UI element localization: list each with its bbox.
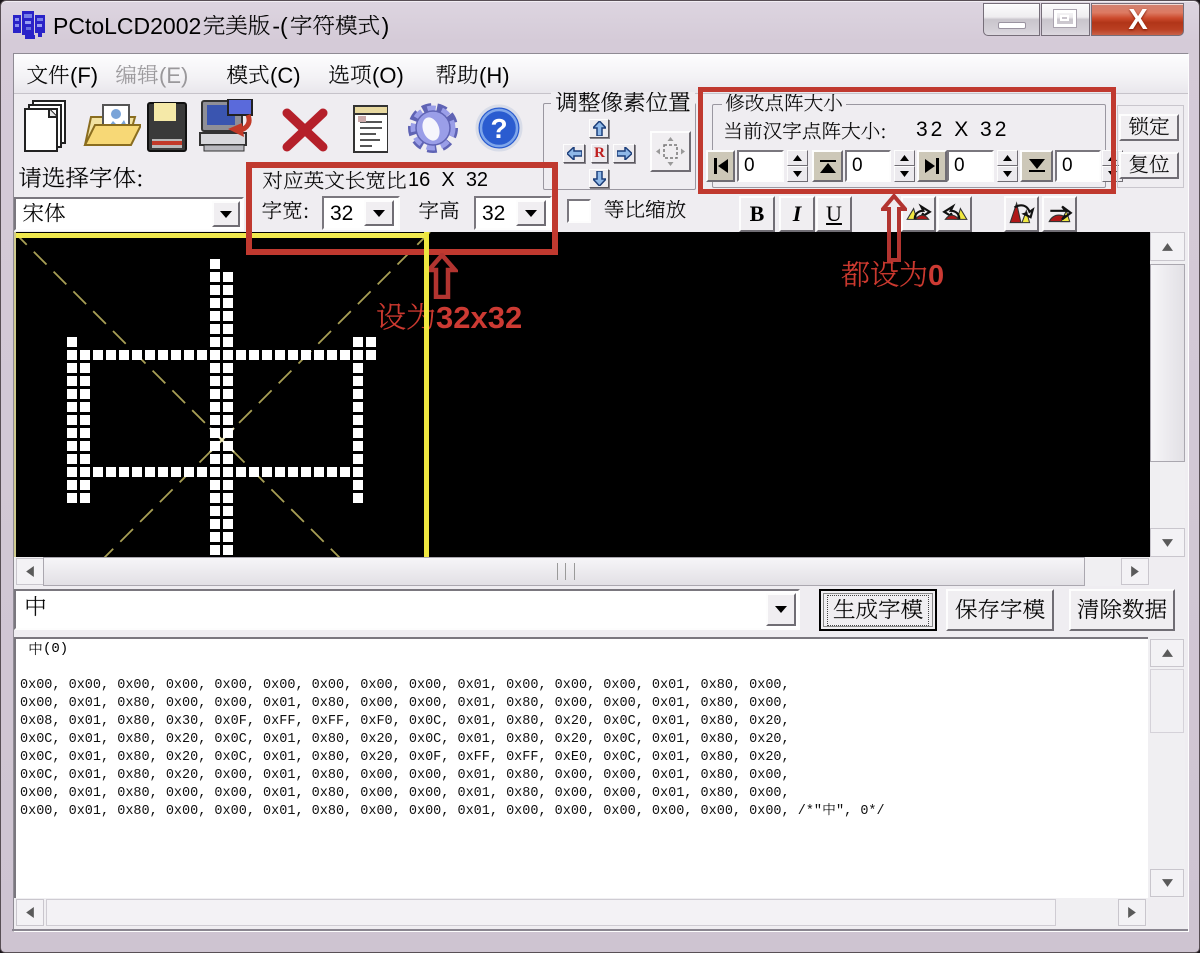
svg-text:?: ? bbox=[490, 113, 507, 144]
